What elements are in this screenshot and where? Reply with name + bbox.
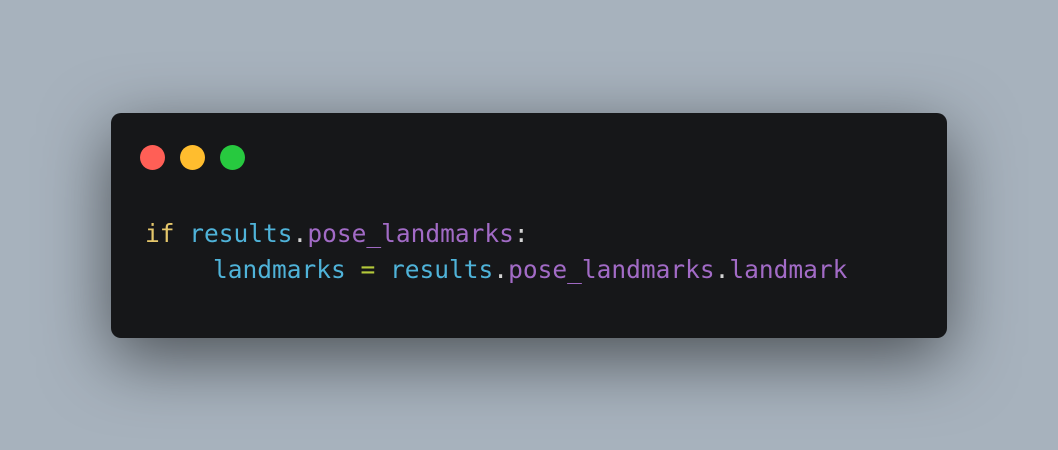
- dot-punct: .: [714, 255, 730, 284]
- identifier-landmarks: landmarks: [213, 255, 346, 284]
- identifier-results: results: [189, 219, 293, 248]
- dot-punct: .: [493, 255, 509, 284]
- attr-pose-landmarks: pose_landmarks: [307, 219, 514, 248]
- code-window: if results.pose_landmarks: landmarks = re…: [111, 113, 947, 338]
- colon-punct: :: [513, 219, 529, 248]
- dot-punct: .: [292, 219, 308, 248]
- close-dot[interactable]: [140, 145, 165, 170]
- window-controls: [140, 145, 245, 170]
- identifier-results: results: [390, 255, 494, 284]
- attr-pose-landmarks: pose_landmarks: [508, 255, 715, 284]
- code-line-1: if results.pose_landmarks:: [145, 216, 847, 252]
- keyword-if: if: [145, 219, 175, 248]
- code-block: if results.pose_landmarks: landmarks = re…: [145, 216, 847, 288]
- maximize-dot[interactable]: [220, 145, 245, 170]
- operator-equals: =: [345, 255, 391, 284]
- code-line-2: landmarks = results.pose_landmarks.landm…: [145, 252, 847, 288]
- minimize-dot[interactable]: [180, 145, 205, 170]
- attr-landmark: landmark: [729, 255, 848, 284]
